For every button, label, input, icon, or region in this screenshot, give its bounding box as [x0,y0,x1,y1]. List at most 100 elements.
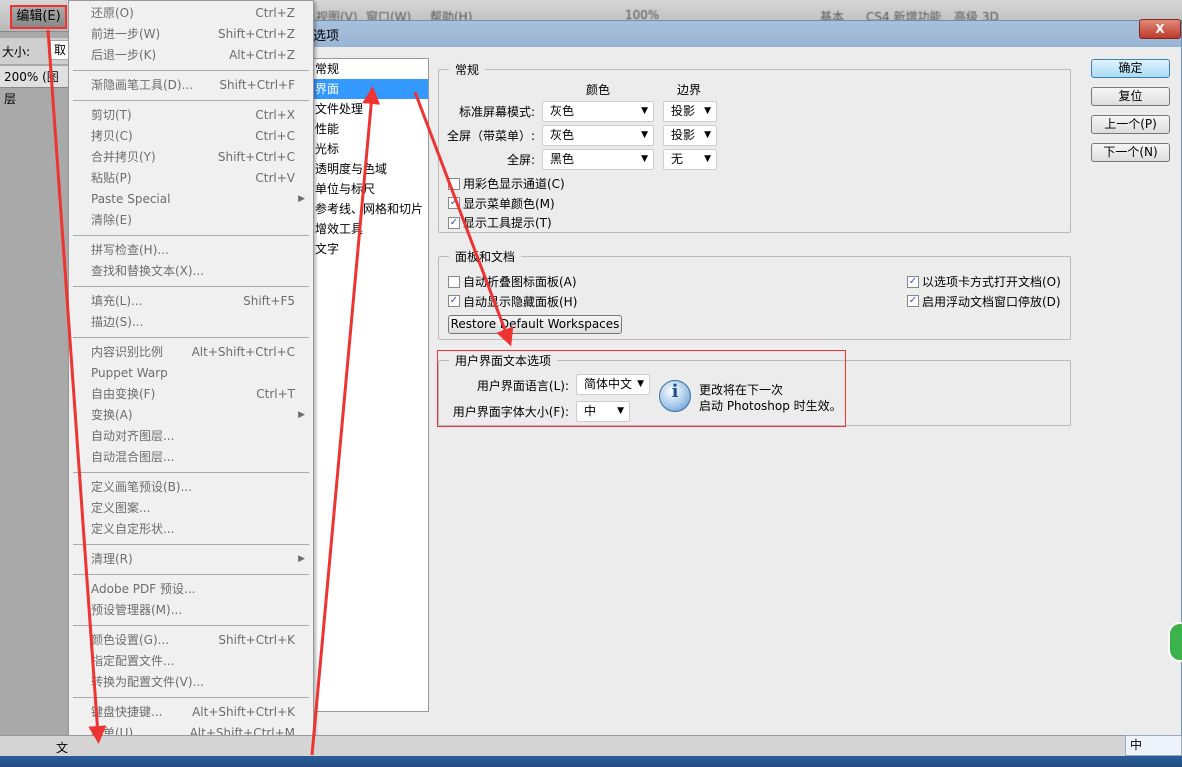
menu-item[interactable]: 拼写检查(H)... [69,240,313,261]
border-column-header: 边界 [677,83,702,97]
checkbox[interactable]: ✓ 显示菜单颜色(M) [448,195,555,212]
checkbox-box[interactable]: ✓ [907,275,919,288]
color-select[interactable]: 灰色 ▼ [542,101,654,122]
dialog-titlebar[interactable]: 选项 X [301,19,1181,47]
menu-item[interactable]: 查找和替换文本(X)... [69,261,313,282]
category-item[interactable]: 文件处理 [302,99,428,119]
menu-item-label: Puppet Warp [91,366,168,380]
checkbox-box[interactable]: ✓ [448,197,460,209]
menu-item[interactable]: 变换(A) ▶ [69,405,313,426]
menu-item[interactable]: 拷贝(C) Ctrl+C [69,126,313,147]
border-select[interactable]: 无 ▼ [663,149,717,170]
menu-item[interactable]: 颜色设置(G)... Shift+Ctrl+K [69,630,313,651]
taskbar [0,756,1182,767]
menu-item[interactable]: 定义画笔预设(B)... [69,477,313,498]
restore-workspaces-button[interactable]: Restore Default Workspaces [448,315,622,334]
prev-button[interactable]: 上一个(P) [1091,115,1170,134]
menu-item[interactable]: 定义图案... [69,498,313,519]
menu-item[interactable]: 前进一步(W) Shift+Ctrl+Z [69,24,313,45]
status-doc-label: 文 [56,741,69,755]
menu-item[interactable]: 定义自定形状... [69,519,313,540]
ime-indicator[interactable]: 中 [1125,735,1182,756]
menu-separator [69,282,313,291]
menu-item[interactable]: 自由变换(F) Ctrl+T [69,384,313,405]
checkbox-box[interactable]: ✓ [448,295,460,307]
menu-item-label: 描边(S)... [91,315,144,329]
border-select[interactable]: 投影 ▼ [663,125,717,146]
checkbox-label: 显示工具提示(T) [463,216,552,230]
color-select[interactable]: 灰色 ▼ [542,125,654,146]
menu-item-label: 自由变换(F) [91,387,156,401]
menu-item[interactable]: 自动混合图层... [69,447,313,468]
checkbox[interactable]: ✓ 启用浮动文档窗口停放(D) [907,293,1061,310]
menu-item-label: 键盘快捷键... [91,705,163,719]
menu-separator [69,96,313,105]
menu-item-label: Adobe PDF 预设... [91,582,196,596]
menu-item[interactable]: 清理(R) ▶ [69,549,313,570]
menu-separator [69,570,313,579]
submenu-arrow-icon: ▶ [298,194,305,204]
menu-item-label: 查找和替换文本(X)... [91,264,205,278]
checkbox-box[interactable]: ✓ [448,216,460,229]
menu-item[interactable]: 转换为配置文件(V)... [69,672,313,693]
menu-item[interactable]: Adobe PDF 预设... [69,579,313,600]
category-item[interactable]: 性能 [302,119,428,139]
menu-item[interactable]: 剪切(T) Ctrl+X [69,105,313,126]
menu-item-shortcut: Alt+Shift+Ctrl+K [192,705,295,719]
menu-item-label: 定义画笔预设(B)... [91,480,193,494]
menu-separator [69,66,313,75]
category-item[interactable]: 界面 [302,79,428,99]
menu-item-shortcut: Alt+Ctrl+Z [229,48,295,62]
menu-item[interactable]: Puppet Warp [69,363,313,384]
menu-item[interactable]: 键盘快捷键... Alt+Shift+Ctrl+K [69,702,313,723]
menu-item[interactable]: 填充(L)... Shift+F5 [69,291,313,312]
category-item[interactable]: 光标 [302,139,428,159]
menu-item[interactable]: 描边(S)... [69,312,313,333]
menu-item-label: 合并拷贝(Y) [91,150,156,164]
category-item[interactable]: 透明度与色域 [302,159,428,179]
submenu-arrow-icon: ▶ [298,410,305,420]
category-item[interactable]: 文字 [302,239,428,259]
menu-item[interactable]: 还原(O) Ctrl+Z [69,3,313,24]
menu-item[interactable]: 内容识别比例 Alt+Shift+Ctrl+C [69,342,313,363]
checkbox[interactable]: ✓ 自动显示隐藏面板(H) [448,293,577,310]
category-item[interactable]: 参考线、网格和切片 [302,199,428,219]
menu-item-label: Paste Special [91,192,171,206]
color-select-value: 灰色 [550,104,575,118]
menu-separator [69,693,313,702]
menu-item[interactable]: 合并拷贝(Y) Shift+Ctrl+C [69,147,313,168]
checkbox[interactable]: 用彩色显示通道(C) [448,175,565,192]
menu-item[interactable]: 后退一步(K) Alt+Ctrl+Z [69,45,313,66]
color-select[interactable]: 黑色 ▼ [542,149,654,170]
checkbox-label: 自动折叠图标面板(A) [463,275,577,289]
next-button[interactable]: 下一个(N) [1091,143,1170,162]
category-item[interactable]: 单位与标尺 [302,179,428,199]
menu-item[interactable]: 清除(E) [69,210,313,231]
menu-item[interactable]: Paste Special ▶ [69,189,313,210]
close-button[interactable]: X [1139,19,1181,39]
dialog-title: 选项 [313,29,340,44]
checkbox-box[interactable] [448,275,460,288]
checkbox-box[interactable]: ✓ [907,295,919,307]
category-item[interactable]: 增效工具 [302,219,428,239]
floating-widget[interactable] [1168,622,1182,662]
category-item[interactable]: 常规 [302,59,428,79]
document-tab[interactable]: 200% (图层 [0,66,70,106]
border-select-value: 无 [671,152,684,166]
ok-button[interactable]: 确定 [1091,59,1170,78]
checkbox[interactable]: 自动折叠图标面板(A) [448,273,577,290]
border-select[interactable]: 投影 ▼ [663,101,717,122]
menu-item[interactable]: 指定配置文件... [69,651,313,672]
menu-edit[interactable]: 编辑(E) [10,5,67,29]
checkbox[interactable]: ✓ 以选项卡方式打开文档(O) [907,273,1061,290]
menu-item-label: 填充(L)... [91,294,143,308]
reset-button[interactable]: 复位 [1091,87,1170,106]
checkbox-box[interactable] [448,177,460,190]
category-list[interactable]: 常规 界面 文件处理 性能 光标 透明度与色域 单位与标尺 参考线、网格和切片 增效工具 文字 [301,58,429,712]
menu-item[interactable]: 粘贴(P) Ctrl+V [69,168,313,189]
menu-item[interactable]: 预设管理器(M)... [69,600,313,621]
menu-item[interactable]: 自动对齐图层... [69,426,313,447]
menu-item[interactable]: 渐隐画笔工具(D)... Shift+Ctrl+F [69,75,313,96]
menu-item-shortcut: Ctrl+T [256,387,295,401]
checkbox[interactable]: ✓ 显示工具提示(T) [448,214,552,231]
